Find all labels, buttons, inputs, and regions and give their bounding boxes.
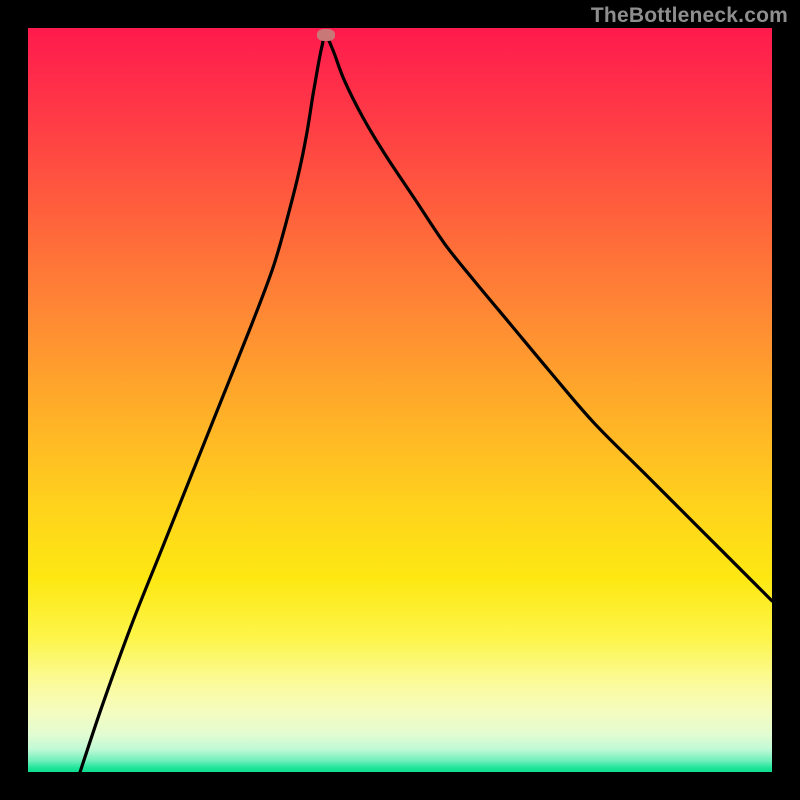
optimal-point-marker xyxy=(317,29,335,41)
curve-svg xyxy=(28,28,772,772)
bottleneck-curve xyxy=(80,35,772,772)
watermark-text: TheBottleneck.com xyxy=(591,4,788,28)
plot-area xyxy=(28,28,772,772)
chart-frame: TheBottleneck.com xyxy=(0,0,800,800)
